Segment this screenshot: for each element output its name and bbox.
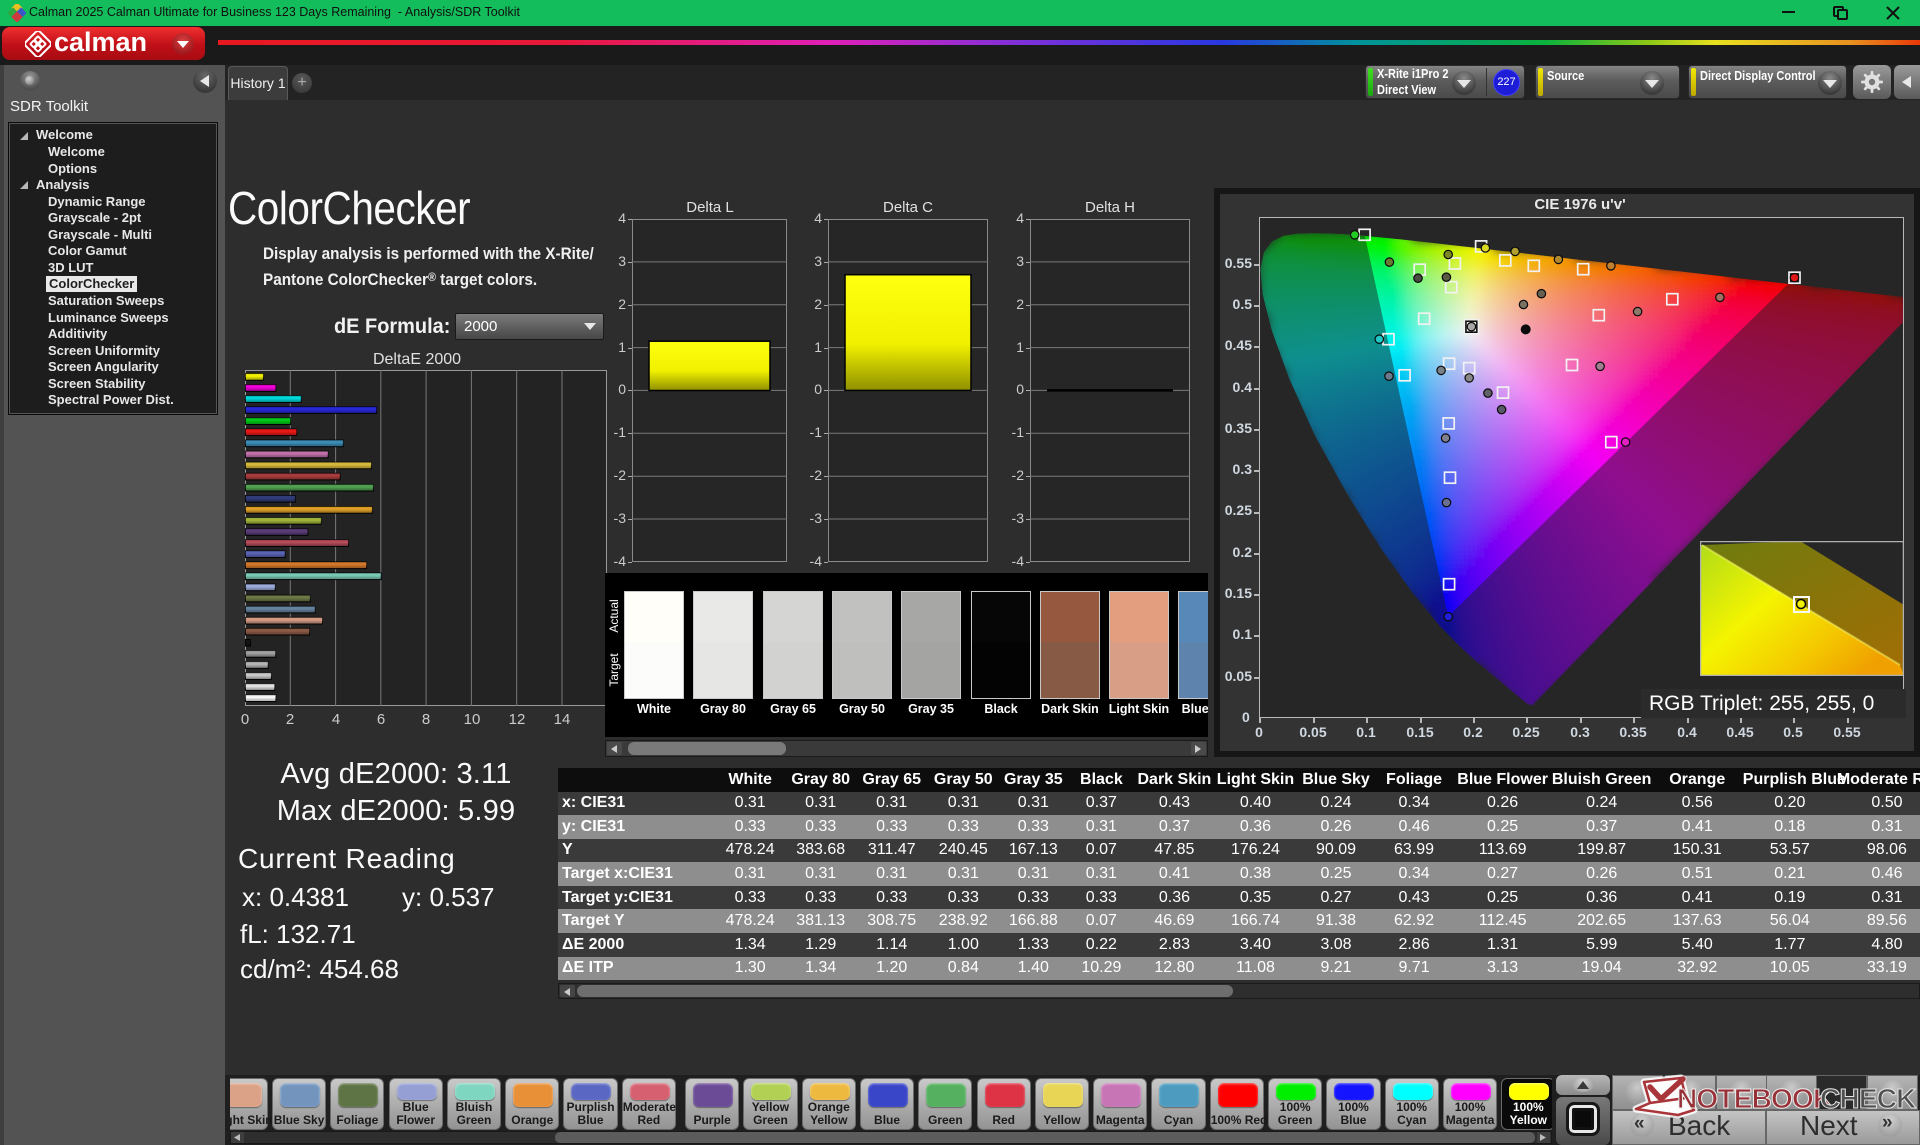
svg-text:Target: Target (607, 653, 621, 687)
svg-text:NOTEBOOK: NOTEBOOK (1677, 1083, 1833, 1114)
svg-text:CHECK: CHECK (1820, 1083, 1916, 1114)
svg-text:Actual: Actual (607, 599, 621, 632)
